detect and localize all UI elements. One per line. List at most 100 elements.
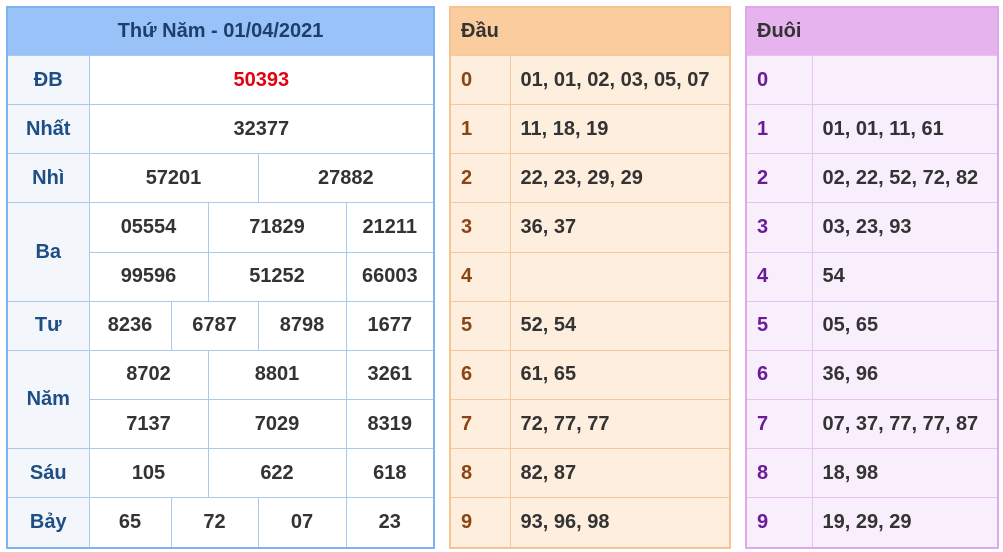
sixth-prize-value: 622 <box>207 448 347 499</box>
head-numbers: 01, 01, 02, 03, 05, 07 <box>509 54 731 106</box>
tail-digit-table: Đuôi 0 1 01, 01, 11, 61 2 02, 22, 52, 72, … <box>745 6 999 549</box>
fifth-prize-value: 7137 <box>88 398 209 450</box>
table-row: 5 05, 65 <box>745 300 999 351</box>
head-numbers: 61, 65 <box>509 349 731 400</box>
tail-numbers: 02, 22, 52, 72, 82 <box>811 153 999 204</box>
fourth-prize-value: 1677 <box>345 300 435 351</box>
head-digit: 3 <box>449 202 511 253</box>
tail-numbers: 05, 65 <box>811 300 999 351</box>
tail-numbers: 03, 23, 93 <box>811 202 999 253</box>
head-digit: 4 <box>449 251 511 302</box>
head-digit: 2 <box>449 153 511 204</box>
fifth-prize-value: 8801 <box>207 349 347 400</box>
table-row: 1 01, 01, 11, 61 <box>745 104 999 155</box>
table-row: 3 36, 37 <box>449 202 731 253</box>
tail-numbers: 01, 01, 11, 61 <box>811 104 999 155</box>
tail-digit: 3 <box>745 202 813 253</box>
fifth-prize-value: 8319 <box>345 398 435 450</box>
third-prize-value: 71829 <box>207 202 347 253</box>
seventh-prize-value: 72 <box>170 497 259 549</box>
tail-numbers <box>811 54 999 106</box>
tail-digit: 9 <box>745 497 813 549</box>
head-digit: 5 <box>449 300 511 351</box>
head-digit: 7 <box>449 398 511 450</box>
third-prize-value: 51252 <box>207 251 347 302</box>
tail-digit: 1 <box>745 104 813 155</box>
third-prize-value: 99596 <box>88 251 209 302</box>
prize-label-db: ĐB <box>6 54 90 106</box>
tail-numbers: 18, 98 <box>811 448 999 499</box>
head-numbers: 36, 37 <box>509 202 731 253</box>
head-digit: 9 <box>449 497 511 549</box>
results-title: Thứ Năm - 01/04/2021 <box>6 6 435 56</box>
head-digit: 6 <box>449 349 511 400</box>
head-numbers <box>509 251 731 302</box>
seventh-prize-value: 23 <box>345 497 435 549</box>
seventh-prize-value: 07 <box>257 497 347 549</box>
head-numbers: 82, 87 <box>509 448 731 499</box>
tail-numbers: 36, 96 <box>811 349 999 400</box>
tail-digit: 4 <box>745 251 813 302</box>
head-digit: 1 <box>449 104 511 155</box>
first-prize-value: 32377 <box>88 104 435 155</box>
third-prize-value: 05554 <box>88 202 209 253</box>
prize-label-ba: Ba <box>6 202 90 302</box>
fourth-prize-value: 6787 <box>170 300 259 351</box>
second-prize-value: 57201 <box>88 153 259 204</box>
tail-numbers: 54 <box>811 251 999 302</box>
tail-digit: 2 <box>745 153 813 204</box>
head-table-title: Đầu <box>449 6 731 56</box>
prize-label-tu: Tư <box>6 300 90 351</box>
head-numbers: 22, 23, 29, 29 <box>509 153 731 204</box>
table-row: 4 <box>449 251 731 302</box>
head-digit: 8 <box>449 448 511 499</box>
fifth-prize-value: 7029 <box>207 398 347 450</box>
tail-digit: 5 <box>745 300 813 351</box>
head-numbers: 11, 18, 19 <box>509 104 731 155</box>
tail-digit: 6 <box>745 349 813 400</box>
sixth-prize-value: 105 <box>88 448 209 499</box>
table-row: 5 52, 54 <box>449 300 731 351</box>
head-digit-table: Đầu 0 01, 01, 02, 03, 05, 07 1 11, 18, 19 … <box>449 6 732 549</box>
head-digit: 0 <box>449 54 511 106</box>
table-row: 9 93, 96, 98 <box>449 497 731 549</box>
table-row: 6 36, 96 <box>745 349 999 400</box>
table-row: 6 61, 65 <box>449 349 731 400</box>
head-numbers: 72, 77, 77 <box>509 398 731 450</box>
tail-digit: 0 <box>745 54 813 106</box>
prize-label-nhat: Nhất <box>6 104 90 155</box>
tail-digit: 7 <box>745 398 813 450</box>
prize-label-nhi: Nhì <box>6 153 90 204</box>
table-row: 3 03, 23, 93 <box>745 202 999 253</box>
table-row: 9 19, 29, 29 <box>745 497 999 549</box>
table-row: 7 07, 37, 77, 77, 87 <box>745 398 999 450</box>
table-row: 2 22, 23, 29, 29 <box>449 153 731 204</box>
third-prize-value: 66003 <box>345 251 435 302</box>
tail-digit: 8 <box>745 448 813 499</box>
head-numbers: 52, 54 <box>509 300 731 351</box>
tail-numbers: 19, 29, 29 <box>811 497 999 549</box>
table-row: 1 11, 18, 19 <box>449 104 731 155</box>
table-row: 0 <box>745 54 999 106</box>
sixth-prize-value: 618 <box>345 448 435 499</box>
fourth-prize-value: 8798 <box>257 300 347 351</box>
table-row: 2 02, 22, 52, 72, 82 <box>745 153 999 204</box>
tail-numbers: 07, 37, 77, 77, 87 <box>811 398 999 450</box>
table-row: 8 18, 98 <box>745 448 999 499</box>
fifth-prize-value: 3261 <box>345 349 435 400</box>
prize-label-bay: Bảy <box>6 497 90 549</box>
prize-label-nam: Năm <box>6 349 90 450</box>
lottery-results-table: Thứ Năm - 01/04/2021 ĐB 50393 Nhất 32377… <box>6 6 436 549</box>
third-prize-value: 21211 <box>345 202 435 253</box>
fifth-prize-value: 8702 <box>88 349 209 400</box>
seventh-prize-value: 65 <box>88 497 172 549</box>
head-numbers: 93, 96, 98 <box>509 497 731 549</box>
table-row: 7 72, 77, 77 <box>449 398 731 450</box>
tail-table-title: Đuôi <box>745 6 999 56</box>
table-row: 0 01, 01, 02, 03, 05, 07 <box>449 54 731 106</box>
second-prize-value: 27882 <box>257 153 435 204</box>
fourth-prize-value: 8236 <box>88 300 172 351</box>
table-row: 8 82, 87 <box>449 448 731 499</box>
special-prize-value: 50393 <box>88 54 435 106</box>
table-row: 4 54 <box>745 251 999 302</box>
